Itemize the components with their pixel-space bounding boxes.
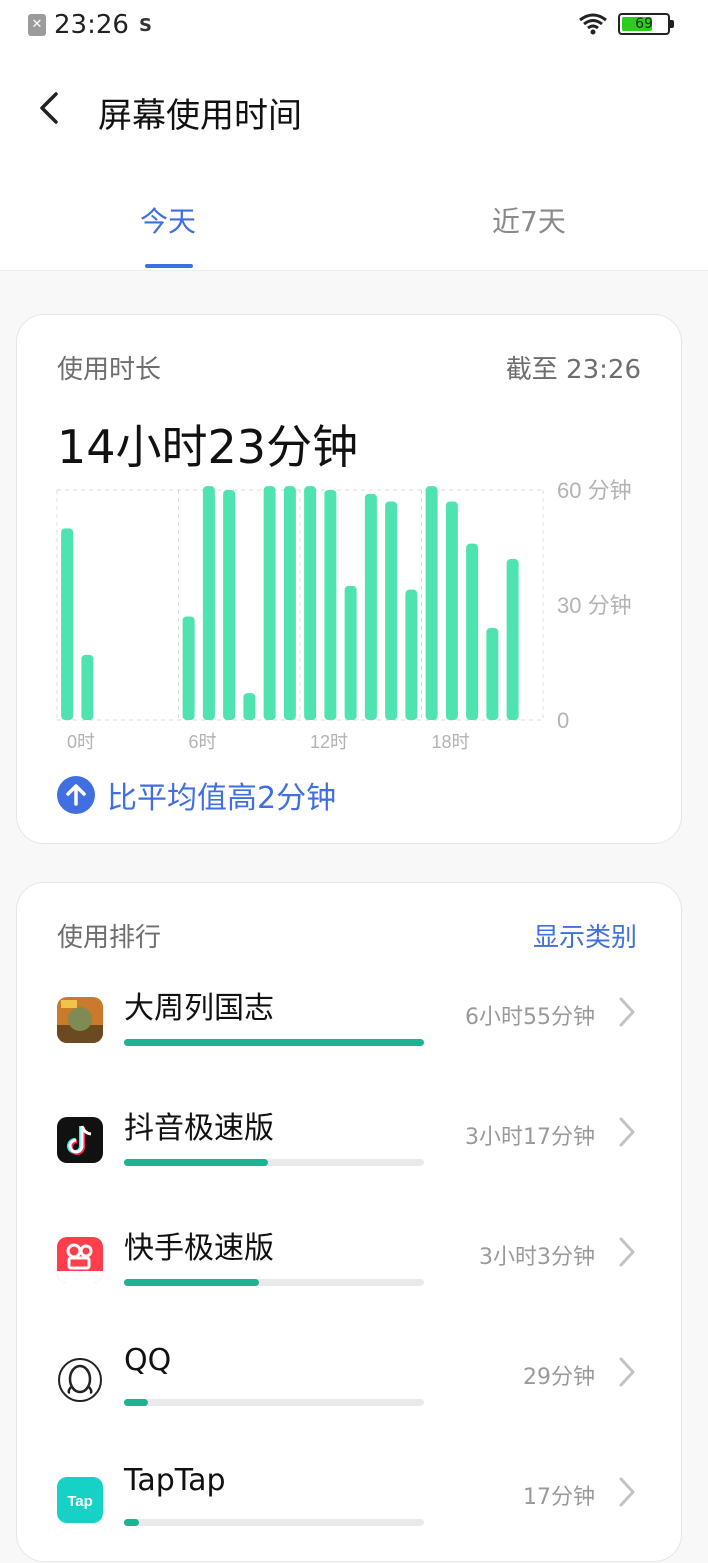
usage-bar-track [124,1519,424,1526]
tab-last-7-days[interactable]: 近7天 [492,200,566,240]
app-row[interactable]: Tap TapTap 17分钟 [17,1463,683,1563]
back-icon[interactable] [30,88,70,128]
chevron-right-icon [619,1357,635,1387]
comparison-text: 比平均值高2分钟 [107,781,337,816]
usage-bar-track [124,1039,424,1046]
notification-s-icon: S [138,14,152,36]
chevron-right-icon [619,1237,635,1267]
app-row[interactable]: 大周列国志 6小时55分钟 [17,983,683,1083]
show-categories-link[interactable]: 显示类别 [533,917,637,954]
usage-bar-fill [124,1399,148,1406]
tab-active-indicator [145,264,193,268]
chart-bar [385,501,398,720]
app-name: 快手极速版 [124,1231,274,1266]
status-bar: ✕ 23:26 S 69 [0,0,708,52]
app-usage-time: 3小时17分钟 [465,1125,595,1150]
chevron-right-icon [619,1477,635,1507]
app-row[interactable]: QQ 29分钟 [17,1343,683,1443]
app-row[interactable]: 快手极速版 3小时3分钟 [17,1223,683,1323]
chevron-right-icon [619,997,635,1027]
comparison: 比平均值高2分钟 [57,773,336,817]
usage-bar-fill [124,1039,424,1046]
chart-bar [425,486,438,720]
wifi-icon [579,13,607,35]
chart-bar [364,493,377,720]
svg-text:Tap: Tap [67,1493,93,1510]
kuaishou-icon [57,1237,103,1283]
chart-bar [405,589,418,720]
app-usage-time: 29分钟 [523,1365,595,1390]
chart-bar [324,490,337,720]
chart-bar [466,543,479,720]
tab-bar: 今天 近7天 [0,172,708,271]
y-tick-label: 60 分钟 [557,478,632,503]
ranking-card: 使用排行 显示类别 大周列国志 6小时55分钟 抖音极速版 3小时17分钟 快手… [16,882,682,1562]
x-tick-label: 0时 [67,732,95,752]
usage-bar-track [124,1279,424,1286]
usage-bar-fill [124,1279,259,1286]
hourly-usage-chart: 0时 6时 12时 18时 60 分钟 30 分钟 0 [56,478,632,752]
chart-bar [445,501,458,720]
x-tick-label: 12时 [310,732,348,752]
chart-bar [344,585,357,720]
app-header: 屏幕使用时间 [0,52,708,172]
app-usage-time: 3小时3分钟 [479,1245,595,1270]
chart-bar [243,693,256,720]
usage-bar-fill [124,1159,268,1166]
usage-bar-fill [124,1519,139,1526]
chart-bar [61,528,74,720]
game-icon [57,997,103,1043]
y-tick-label: 0 [557,708,569,733]
app-usage-time: 6小时55分钟 [465,1005,595,1030]
app-name: QQ [124,1343,172,1378]
chart-bar [223,490,236,720]
app-name: 抖音极速版 [124,1111,274,1146]
tab-today[interactable]: 今天 [140,200,196,240]
usage-bar-track [124,1159,424,1166]
app-name: 大周列国志 [124,991,274,1026]
x-tick-label: 6时 [189,732,217,752]
chart-bar [486,628,499,720]
usage-bar-track [124,1399,424,1406]
chart-bar [283,486,296,720]
x-tick-label: 18时 [432,732,470,752]
chart-bar [304,486,317,720]
notification-icon: ✕ [28,14,46,36]
chart-bar [182,616,195,720]
chart-bar [506,559,519,720]
qq-icon [57,1357,103,1403]
ranking-label: 使用排行 [57,923,162,953]
app-name: TapTap [124,1463,226,1498]
chart-bar [263,486,276,720]
chevron-right-icon [619,1117,635,1147]
arrow-up-icon [57,776,95,814]
battery-percent: 69 [635,16,653,32]
taptap-icon: Tap [57,1477,103,1523]
y-tick-label: 30 分钟 [557,593,632,618]
status-time: 23:26 [54,10,129,40]
chart-bar [81,654,94,720]
page-title: 屏幕使用时间 [98,96,302,136]
app-usage-time: 17分钟 [523,1485,595,1510]
usage-card: 使用时长 截至 23:26 14小时23分钟 0时 6时 12时 18时 60 分钟 30… [16,314,682,844]
chart-bar [202,486,215,720]
douyin-icon [57,1117,103,1163]
app-row[interactable]: 抖音极速版 3小时17分钟 [17,1103,683,1203]
battery-icon: 69 [618,13,674,35]
